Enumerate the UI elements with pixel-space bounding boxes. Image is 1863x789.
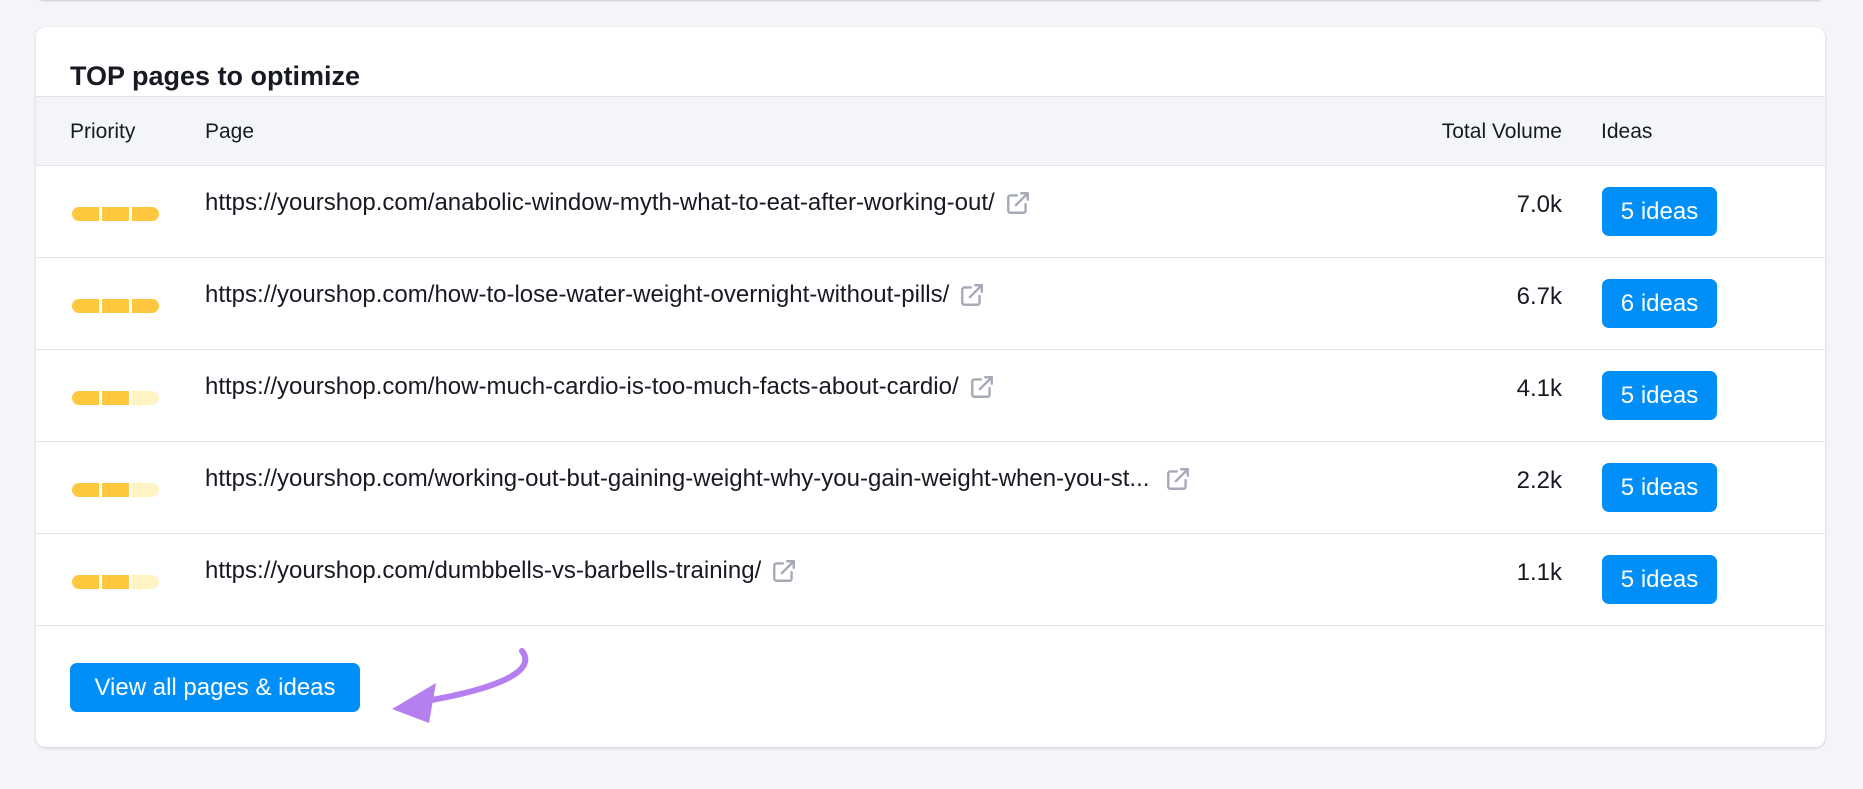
page-url: https://yourshop.com/how-much-cardio-is-… [205, 373, 959, 400]
priority-segment [132, 207, 159, 221]
total-volume-value: 1.1k [1516, 559, 1562, 586]
priority-segment [72, 483, 99, 497]
priority-indicator [72, 391, 159, 405]
top-pages-panel: TOP pages to optimize Priority Page Tota… [36, 27, 1825, 747]
priority-segment [102, 575, 129, 589]
purple-arrow-annotation [392, 648, 529, 723]
page-cell: https://yourshop.com/how-much-cardio-is-… [205, 372, 995, 402]
priority-segment [132, 299, 159, 313]
table-row: https://yourshop.com/dumbbells-vs-barbel… [36, 534, 1825, 626]
column-header-total-volume: Total Volume [1441, 120, 1562, 143]
column-header-ideas: Ideas [1601, 120, 1653, 143]
priority-segment [102, 299, 129, 313]
page-cell: https://yourshop.com/working-out-but-gai… [205, 464, 1191, 494]
ideas-button[interactable]: 5 ideas [1602, 463, 1717, 512]
panel-title: TOP pages to optimize [70, 61, 361, 91]
external-link-icon[interactable] [959, 282, 985, 308]
ideas-button[interactable]: 6 ideas [1602, 279, 1717, 328]
external-link-icon[interactable] [771, 558, 797, 584]
external-link-icon[interactable] [1165, 466, 1191, 492]
page-cell: https://yourshop.com/dumbbells-vs-barbel… [205, 556, 797, 586]
page-url: https://yourshop.com/anabolic-window-myt… [205, 189, 995, 216]
ideas-button[interactable]: 5 ideas [1602, 371, 1717, 420]
priority-segment [102, 207, 129, 221]
priority-indicator [72, 575, 159, 589]
page-cell: https://yourshop.com/how-to-lose-water-w… [205, 280, 985, 310]
column-header-page: Page [205, 120, 255, 143]
page-url: https://yourshop.com/how-to-lose-water-w… [205, 281, 950, 308]
table-header: Priority Page Total Volume Ideas [36, 96, 1825, 166]
priority-segment [132, 391, 159, 405]
priority-segment [102, 391, 129, 405]
page-url: https://yourshop.com/working-out-but-gai… [205, 465, 1150, 492]
total-volume-value: 6.7k [1516, 283, 1562, 310]
total-volume-value: 2.2k [1516, 467, 1562, 494]
priority-segment [132, 575, 159, 589]
table-body: https://yourshop.com/anabolic-window-myt… [36, 166, 1825, 626]
total-volume-value: 7.0k [1516, 191, 1562, 218]
total-volume-value: 4.1k [1516, 375, 1562, 402]
ideas-button[interactable]: 5 ideas [1602, 555, 1717, 604]
table-row: https://yourshop.com/anabolic-window-myt… [36, 166, 1825, 258]
priority-segment [132, 483, 159, 497]
external-link-icon[interactable] [1005, 190, 1031, 216]
table-row: https://yourshop.com/how-to-lose-water-w… [36, 258, 1825, 350]
table-row: https://yourshop.com/working-out-but-gai… [36, 442, 1825, 534]
view-all-pages-button[interactable]: View all pages & ideas [70, 663, 360, 712]
table-row: https://yourshop.com/how-much-cardio-is-… [36, 350, 1825, 442]
priority-indicator [72, 299, 159, 313]
priority-indicator [72, 483, 159, 497]
priority-segment [102, 483, 129, 497]
ideas-button[interactable]: 5 ideas [1602, 187, 1717, 236]
priority-segment [72, 575, 99, 589]
priority-segment [72, 299, 99, 313]
priority-indicator [72, 207, 159, 221]
priority-segment [72, 391, 99, 405]
priority-segment [72, 207, 99, 221]
page-url: https://yourshop.com/dumbbells-vs-barbel… [205, 557, 762, 584]
column-header-priority: Priority [70, 120, 136, 143]
page-cell: https://yourshop.com/anabolic-window-myt… [205, 188, 1031, 218]
external-link-icon[interactable] [969, 374, 995, 400]
